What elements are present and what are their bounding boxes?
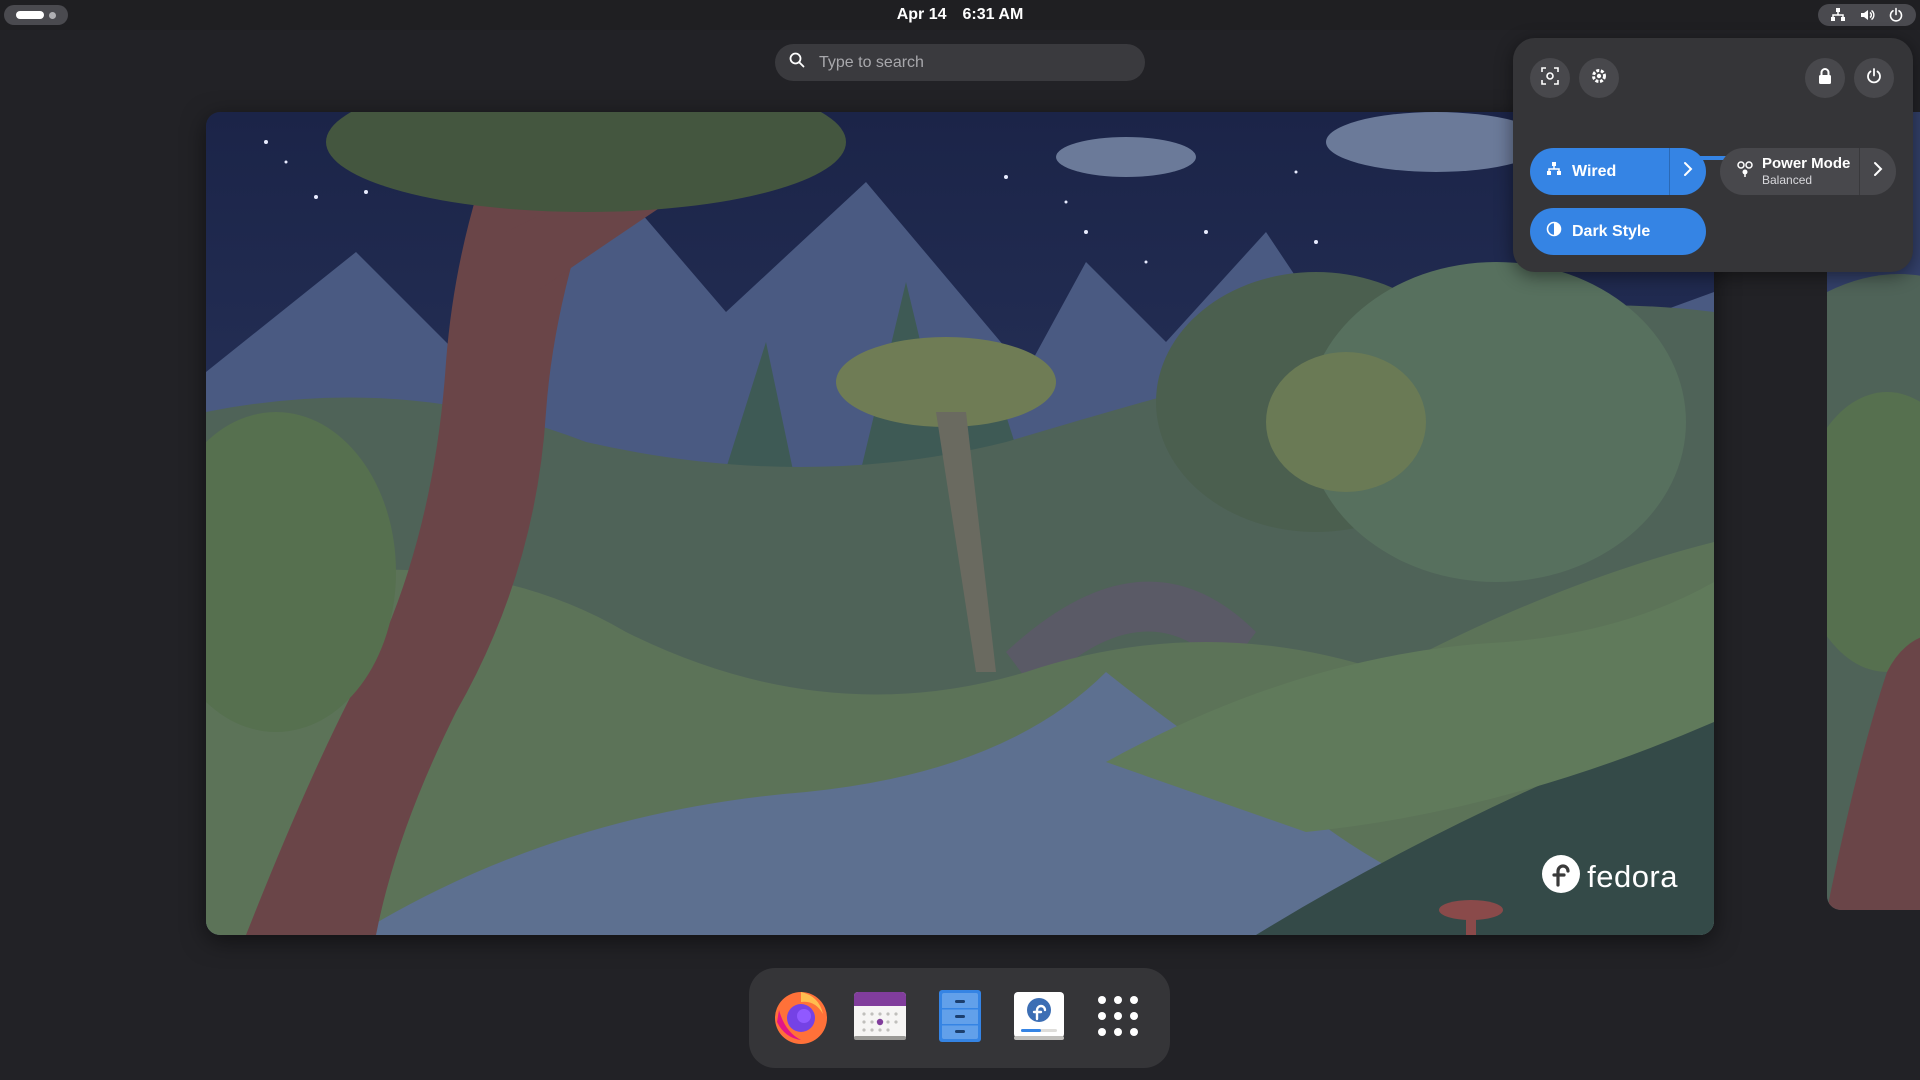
- power-mode-menu-button[interactable]: [1859, 148, 1896, 195]
- screenshot-icon: [1541, 66, 1559, 90]
- system-status-area[interactable]: [1818, 4, 1916, 26]
- network-wired-icon: [1830, 7, 1846, 23]
- dark-style-icon: [1546, 221, 1562, 242]
- software-icon: [1011, 988, 1067, 1049]
- fedora-logo-text: fedora: [1587, 858, 1678, 894]
- wallpaper-image: [206, 112, 1714, 935]
- power-mode-label: Power Mode: [1762, 154, 1851, 172]
- clock[interactable]: Apr 14 6:31 AM: [0, 0, 1920, 30]
- workspace-thumbnail[interactable]: fedora: [206, 112, 1714, 935]
- network-wired-icon: [1546, 161, 1562, 182]
- fedora-logo: fedora: [1541, 854, 1678, 899]
- workspace-indicator: [49, 11, 56, 19]
- power-mode-toggle[interactable]: Power Mode Balanced: [1720, 148, 1896, 195]
- dash-item-files[interactable]: [928, 986, 992, 1050]
- power-icon: [1865, 67, 1883, 90]
- dark-style-label: Dark Style: [1572, 222, 1651, 240]
- power-mode-subtitle: Balanced: [1762, 172, 1813, 187]
- show-apps-button[interactable]: [1086, 986, 1150, 1050]
- lock-icon: [1817, 67, 1833, 90]
- screenshot-button[interactable]: [1530, 58, 1570, 98]
- chevron-right-icon: [1873, 161, 1883, 182]
- search-icon: [789, 52, 805, 73]
- clock-date: Apr 14: [896, 6, 947, 23]
- activities-button[interactable]: [4, 5, 68, 25]
- app-grid-icon: [1096, 994, 1140, 1043]
- power-off-button[interactable]: [1854, 58, 1894, 98]
- dash: [749, 968, 1170, 1068]
- wired-toggle-main[interactable]: Wired: [1530, 148, 1669, 195]
- wired-toggle[interactable]: Wired: [1530, 148, 1706, 195]
- firefox-icon: [771, 986, 831, 1051]
- power-mode-toggle-main[interactable]: Power Mode Balanced: [1720, 148, 1859, 195]
- power-profile-icon: [1736, 160, 1754, 183]
- clock-time: 6:31 AM: [962, 6, 1024, 23]
- fedora-logo-icon: [1541, 854, 1581, 899]
- search-entry[interactable]: [775, 44, 1145, 81]
- dash-item-firefox[interactable]: [769, 986, 833, 1050]
- calendar-icon: [852, 988, 908, 1049]
- files-icon: [937, 988, 983, 1049]
- dash-item-calendar[interactable]: [848, 986, 912, 1050]
- workspace-indicator-active: [16, 11, 44, 19]
- dash-item-software[interactable]: [1007, 986, 1071, 1050]
- volume-icon: [1859, 7, 1875, 23]
- chevron-right-icon: [1683, 161, 1693, 182]
- dark-style-toggle-main[interactable]: Dark Style: [1530, 208, 1706, 255]
- dark-style-toggle[interactable]: Dark Style: [1530, 208, 1706, 255]
- top-bar: Apr 14 6:31 AM: [0, 0, 1920, 30]
- settings-button[interactable]: [1579, 58, 1619, 98]
- quick-settings-menu: Wired Power Mode Balanced Dark Style: [1513, 38, 1913, 272]
- lock-button[interactable]: [1805, 58, 1845, 98]
- search-input[interactable]: [817, 52, 1121, 73]
- power-icon: [1888, 7, 1904, 23]
- settings-icon: [1590, 67, 1608, 90]
- wired-label: Wired: [1572, 162, 1617, 180]
